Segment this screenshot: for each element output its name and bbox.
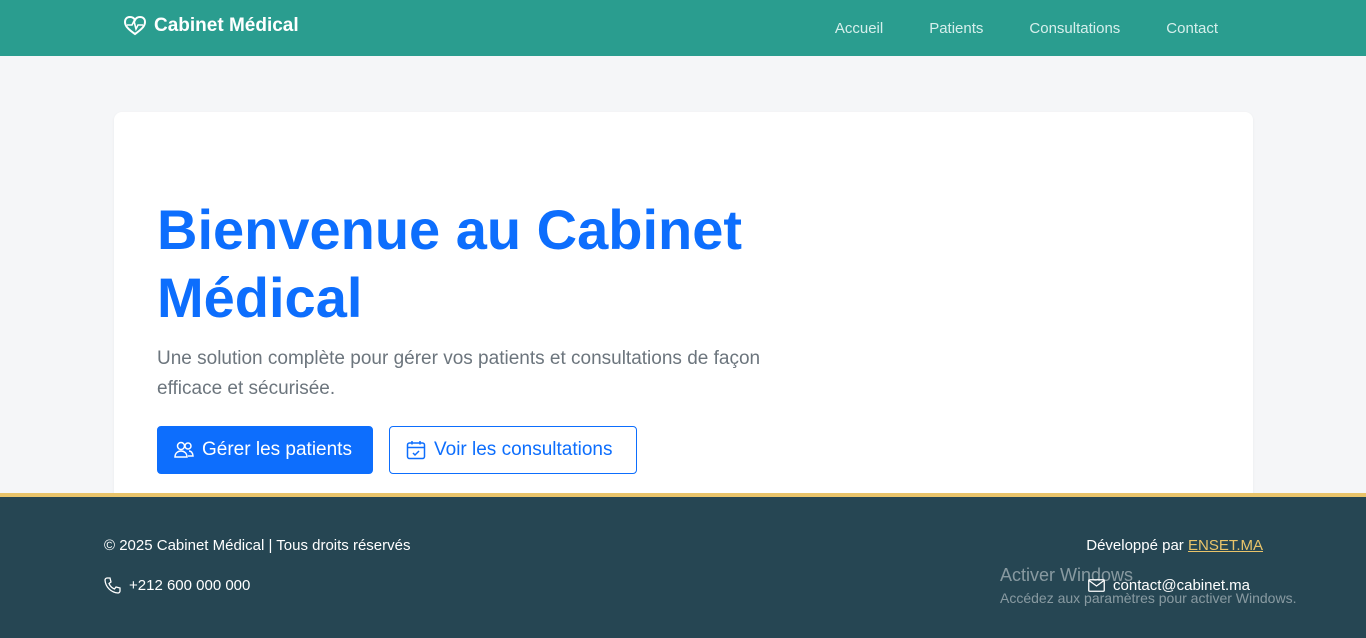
heart-pulse-icon (124, 16, 146, 36)
copyright: © 2025 Cabinet Médical | Tous droits rés… (104, 537, 411, 554)
manage-patients-label: Gérer les patients (202, 439, 352, 460)
nav-link-consultations[interactable]: Consultations (1029, 20, 1120, 37)
developed-by: Développé par ENSET.MA (1086, 537, 1263, 554)
navbar: Cabinet Médical Accueil Patients Consult… (0, 0, 1366, 56)
view-consultations-label: Voir les consultations (434, 439, 613, 460)
footer-phone: +212 600 000 000 (104, 577, 250, 594)
hero-title: Bienvenue au Cabinet Médical (157, 198, 743, 329)
phone-number: +212 600 000 000 (129, 577, 251, 594)
developed-by-label: Développé par (1086, 537, 1184, 554)
people-icon (174, 441, 194, 458)
nav-link-patients[interactable]: Patients (929, 20, 983, 37)
nav-links: Accueil Patients Consultations Contact (789, 0, 1218, 56)
view-consultations-button[interactable]: Voir les consultations (389, 426, 637, 474)
nav-link-contact[interactable]: Contact (1166, 20, 1218, 37)
hero-subtitle: Une solution complète pour gérer vos pat… (157, 348, 761, 399)
brand[interactable]: Cabinet Médical (124, 15, 299, 37)
phone-icon (104, 577, 121, 594)
calendar-check-icon (406, 441, 426, 460)
windows-activation-title: Activer Windows (1000, 565, 1134, 585)
developer-link[interactable]: ENSET.MA (1188, 537, 1263, 554)
manage-patients-button[interactable]: Gérer les patients (157, 426, 373, 474)
brand-name: Cabinet Médical (154, 15, 299, 36)
footer: © 2025 Cabinet Médical | Tous droits rés… (0, 493, 1366, 638)
nav-link-accueil[interactable]: Accueil (835, 20, 883, 37)
windows-activation-subtitle: Accédez aux paramètres pour activer Wind… (1000, 590, 1297, 606)
